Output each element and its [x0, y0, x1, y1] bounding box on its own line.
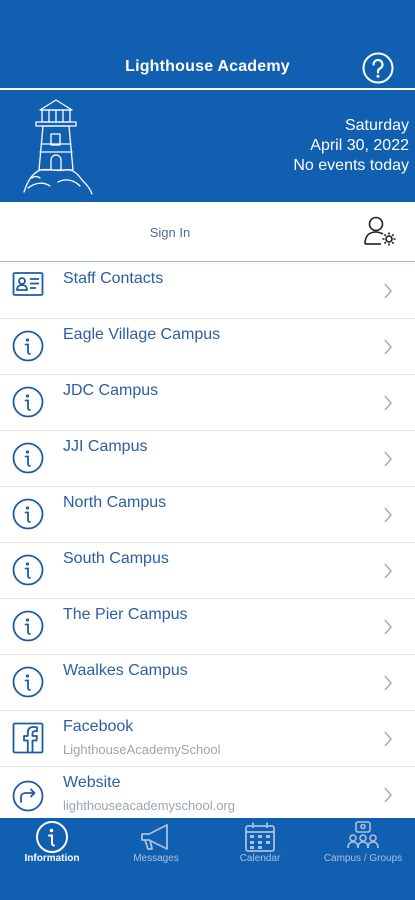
list-item-label: JDC Campus: [63, 382, 159, 399]
list-item-website[interactable]: Website lighthouseacademyschool.org: [0, 766, 415, 817]
chevron-right-icon: [384, 283, 393, 299]
chevron-right-icon: [384, 731, 393, 747]
lighthouse-logo: [23, 99, 93, 195]
tab-information[interactable]: Information: [0, 818, 104, 900]
list-item-label: South Campus: [63, 550, 169, 567]
info-circle-icon: [36, 821, 68, 853]
date-label: April 30, 2022: [310, 137, 409, 154]
chevron-right-icon: [384, 395, 393, 411]
list-item-facebook[interactable]: Facebook LighthouseAcademySchool: [0, 710, 415, 767]
tab-campus-groups[interactable]: Campus / Groups: [311, 818, 415, 900]
contact-card-icon: [12, 272, 44, 296]
list-item-label: Staff Contacts: [63, 270, 164, 287]
website-icon: [12, 780, 44, 812]
list-item-subtitle: lighthouseacademyschool.org: [63, 798, 235, 813]
calendar-icon: [245, 822, 275, 852]
date-banner: Saturday April 30, 2022 No events today: [0, 90, 415, 202]
app-header: Lighthouse Academy: [0, 0, 415, 88]
list-item-jji-campus[interactable]: JJI Campus: [0, 430, 415, 487]
chevron-right-icon: [384, 339, 393, 355]
info-circle-icon: [12, 330, 44, 362]
info-circle-icon: [12, 498, 44, 530]
list-item-north-campus[interactable]: North Campus: [0, 486, 415, 543]
list-item-waalkes-campus[interactable]: Waalkes Campus: [0, 654, 415, 711]
facebook-icon: [12, 722, 44, 754]
list-item-label: Website: [63, 774, 121, 791]
date-info: Saturday April 30, 2022 No events today: [293, 116, 409, 176]
page-title: Lighthouse Academy: [125, 58, 290, 75]
info-circle-icon: [12, 610, 44, 642]
sign-in-row[interactable]: Sign In: [0, 203, 415, 262]
tab-label: Messages: [133, 853, 179, 864]
list-item-label: JJI Campus: [63, 438, 148, 455]
list-item-staff-contacts[interactable]: Staff Contacts: [0, 262, 415, 319]
list-item-label: The Pier Campus: [63, 606, 188, 623]
list-item-label: Waalkes Campus: [63, 662, 188, 679]
chevron-right-icon: [384, 619, 393, 635]
menu-list: Staff Contacts Eagle Village Campus JDC …: [0, 262, 415, 817]
list-item-the-pier-campus[interactable]: The Pier Campus: [0, 598, 415, 655]
chevron-right-icon: [384, 563, 393, 579]
list-item-label: North Campus: [63, 494, 167, 511]
megaphone-icon: [141, 824, 168, 850]
info-circle-icon: [12, 666, 44, 698]
tab-label: Calendar: [239, 853, 281, 864]
tab-label: Information: [24, 853, 80, 864]
info-circle-icon: [12, 386, 44, 418]
list-item-eagle-village-campus[interactable]: Eagle Village Campus: [0, 318, 415, 375]
groups-icon: [347, 821, 379, 849]
list-item-jdc-campus[interactable]: JDC Campus: [0, 374, 415, 431]
day-label: Saturday: [344, 117, 409, 134]
question-circle-icon[interactable]: [362, 52, 394, 84]
chevron-right-icon: [384, 675, 393, 691]
user-settings-icon[interactable]: [362, 213, 398, 249]
tab-calendar[interactable]: Calendar: [208, 818, 312, 900]
tab-messages[interactable]: Messages: [104, 818, 208, 900]
sign-in-button[interactable]: Sign In: [0, 225, 340, 240]
info-circle-icon: [12, 554, 44, 586]
chevron-right-icon: [384, 507, 393, 523]
info-circle-icon: [12, 442, 44, 474]
events-label: No events today: [293, 157, 409, 174]
list-item-subtitle: LighthouseAcademySchool: [63, 742, 221, 757]
chevron-right-icon: [384, 787, 393, 803]
chevron-right-icon: [384, 451, 393, 467]
tab-label: Campus / Groups: [323, 853, 403, 864]
list-item-label: Eagle Village Campus: [63, 326, 221, 343]
bottom-tab-bar: Information Messages Calendar Campus / G…: [0, 818, 415, 900]
list-item-label: Facebook: [63, 718, 134, 735]
list-item-south-campus[interactable]: South Campus: [0, 542, 415, 599]
